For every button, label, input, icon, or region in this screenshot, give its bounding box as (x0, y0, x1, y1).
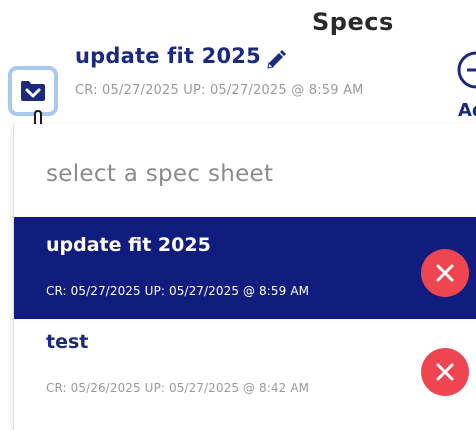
spec-sheet-dropdown-toggle[interactable] (8, 66, 58, 116)
close-x-icon (436, 363, 454, 381)
current-spec-name: update fit 2025 (75, 44, 261, 68)
spec-sheet-panel: Specs update fit 2025 CR: 05/27/2025 UP:… (0, 0, 476, 430)
spec-sheet-dropdown-menu: select a spec sheet update fit 2025 CR: … (13, 124, 476, 430)
spec-sheet-option-name: test (46, 331, 89, 353)
delete-spec-button[interactable] (421, 249, 469, 297)
close-x-icon (436, 264, 454, 282)
spec-sheet-option-meta: CR: 05/26/2025 UP: 05/27/2025 @ 8:42 AM (46, 381, 310, 395)
spec-sheet-option-name: update fit 2025 (46, 234, 211, 256)
spec-sheet-option[interactable]: test CR: 05/26/2025 UP: 05/27/2025 @ 8:4… (14, 321, 476, 421)
pencil-icon[interactable] (266, 50, 286, 70)
delete-spec-button[interactable] (421, 348, 469, 396)
spec-sheet-option-selected[interactable]: update fit 2025 CR: 05/27/2025 UP: 05/27… (14, 217, 476, 319)
current-spec-meta: CR: 05/27/2025 UP: 05/27/2025 @ 8:59 AM (75, 83, 364, 98)
add-spec-label[interactable]: Ad (458, 100, 476, 121)
spec-sheet-option-meta: CR: 05/27/2025 UP: 05/27/2025 @ 8:59 AM (46, 284, 310, 298)
folder-chevron-down-icon (21, 81, 45, 101)
dropdown-header: select a spec sheet (46, 161, 274, 187)
section-title: Specs (312, 8, 394, 36)
plus-circle-icon[interactable] (456, 50, 476, 90)
